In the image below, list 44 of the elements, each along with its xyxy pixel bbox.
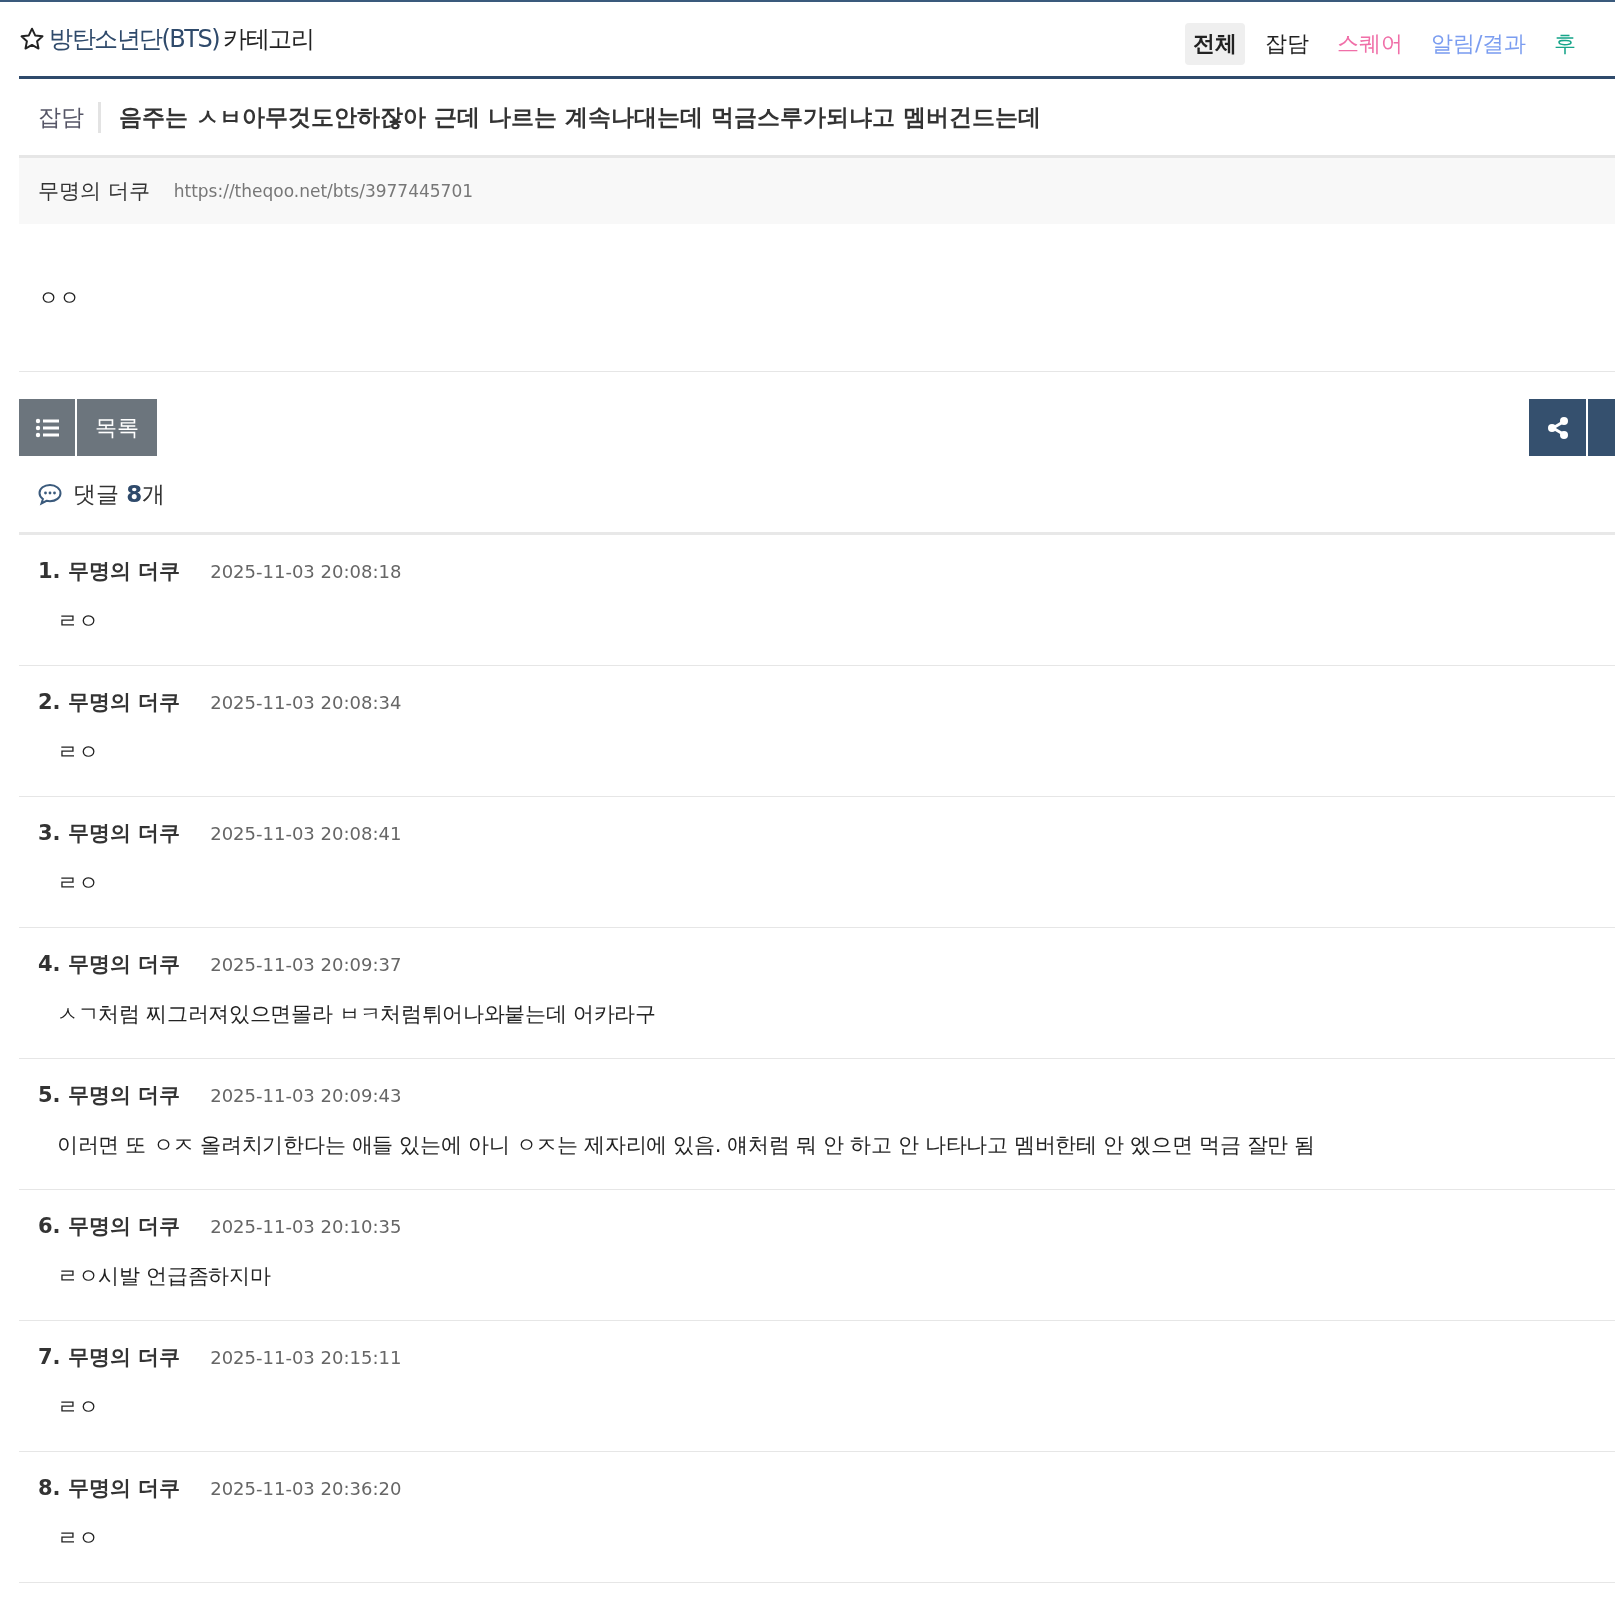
comment-author: 1. 무명의 더쿠 <box>38 558 181 585</box>
comment-icon <box>37 482 63 506</box>
comment-text: ㄹㅇ <box>57 1394 100 1421</box>
category-tab[interactable]: 전체 <box>1185 23 1245 65</box>
category-tab[interactable]: 잡담 <box>1257 23 1317 65</box>
comment-time: 2025-11-03 20:10:35 <box>210 1216 402 1237</box>
post-url[interactable]: https://theqoo.net/bts/3977445701 <box>173 181 474 201</box>
category-tab[interactable]: 후 <box>1546 23 1585 65</box>
list-button[interactable]: 목록 <box>77 399 157 456</box>
comment-text: ㄹㅇ <box>57 608 100 635</box>
comment-text: ㅅㄱ처럼 찌그러져있으면몰라 ㅂㅋ처럼튀어나와붙는데 어카라구 <box>57 1001 657 1028</box>
comment-count: 댓글 8개 <box>73 479 166 509</box>
comment-author: 7. 무명의 더쿠 <box>38 1344 181 1371</box>
category-tab[interactable]: 알림/결과 <box>1423 23 1535 65</box>
comment-author: 3. 무명의 더쿠 <box>38 820 181 847</box>
post-category[interactable]: 잡담 <box>19 101 101 133</box>
share-button[interactable] <box>1529 399 1586 456</box>
board-name[interactable]: 방탄소년단(BTS) <box>49 23 220 55</box>
category-tab[interactable]: 스퀘어 <box>1329 23 1411 65</box>
comment-text: ㄹㅇ <box>57 1525 100 1552</box>
comment-time: 2025-11-03 20:36:20 <box>210 1478 402 1499</box>
comment-time: 2025-11-03 20:08:18 <box>210 561 402 582</box>
comment-text: ㄹㅇ <box>57 739 100 766</box>
comment-time: 2025-11-03 20:09:43 <box>210 1085 402 1106</box>
comment-text: ㄹㅇ시발 언급좀하지마 <box>57 1263 272 1290</box>
comment-author: 5. 무명의 더쿠 <box>38 1082 181 1109</box>
post-title: 음주는 ㅅㅂ아무것도안하잖아 근데 나르는 계속나대는데 먹금스루가되냐고 멤버건드는데 <box>119 102 1042 132</box>
post-body: ㅇㅇ <box>38 284 80 312</box>
list-icon-button[interactable] <box>19 399 75 456</box>
category-label: 카테고리 <box>223 24 314 55</box>
list-icon <box>35 417 59 438</box>
comment-time: 2025-11-03 20:15:11 <box>210 1347 402 1368</box>
comment-author: 8. 무명의 더쿠 <box>38 1475 181 1502</box>
star-icon[interactable] <box>19 26 45 52</box>
comment-text: 이러면 또 ㅇㅈ 올려치기한다는 애들 있는에 아니 ㅇㅈ는 제자리에 있음. 얘처럼 뭐 안 하고 안 나타나고 멤버한테 안 엤으면 먹금 잘만 됨 <box>57 1132 1317 1159</box>
comment-time: 2025-11-03 20:08:41 <box>210 823 402 844</box>
post-author: 무명의 더쿠 <box>38 178 150 205</box>
comment-author: 4. 무명의 더쿠 <box>38 951 181 978</box>
comment-author: 2. 무명의 더쿠 <box>38 689 181 716</box>
comment-author: 6. 무명의 더쿠 <box>38 1213 181 1240</box>
comment-time: 2025-11-03 20:09:37 <box>210 954 402 975</box>
comment-time: 2025-11-03 20:08:34 <box>210 692 402 713</box>
comment-text: ㄹㅇ <box>57 870 100 897</box>
share-icon <box>1545 415 1570 440</box>
